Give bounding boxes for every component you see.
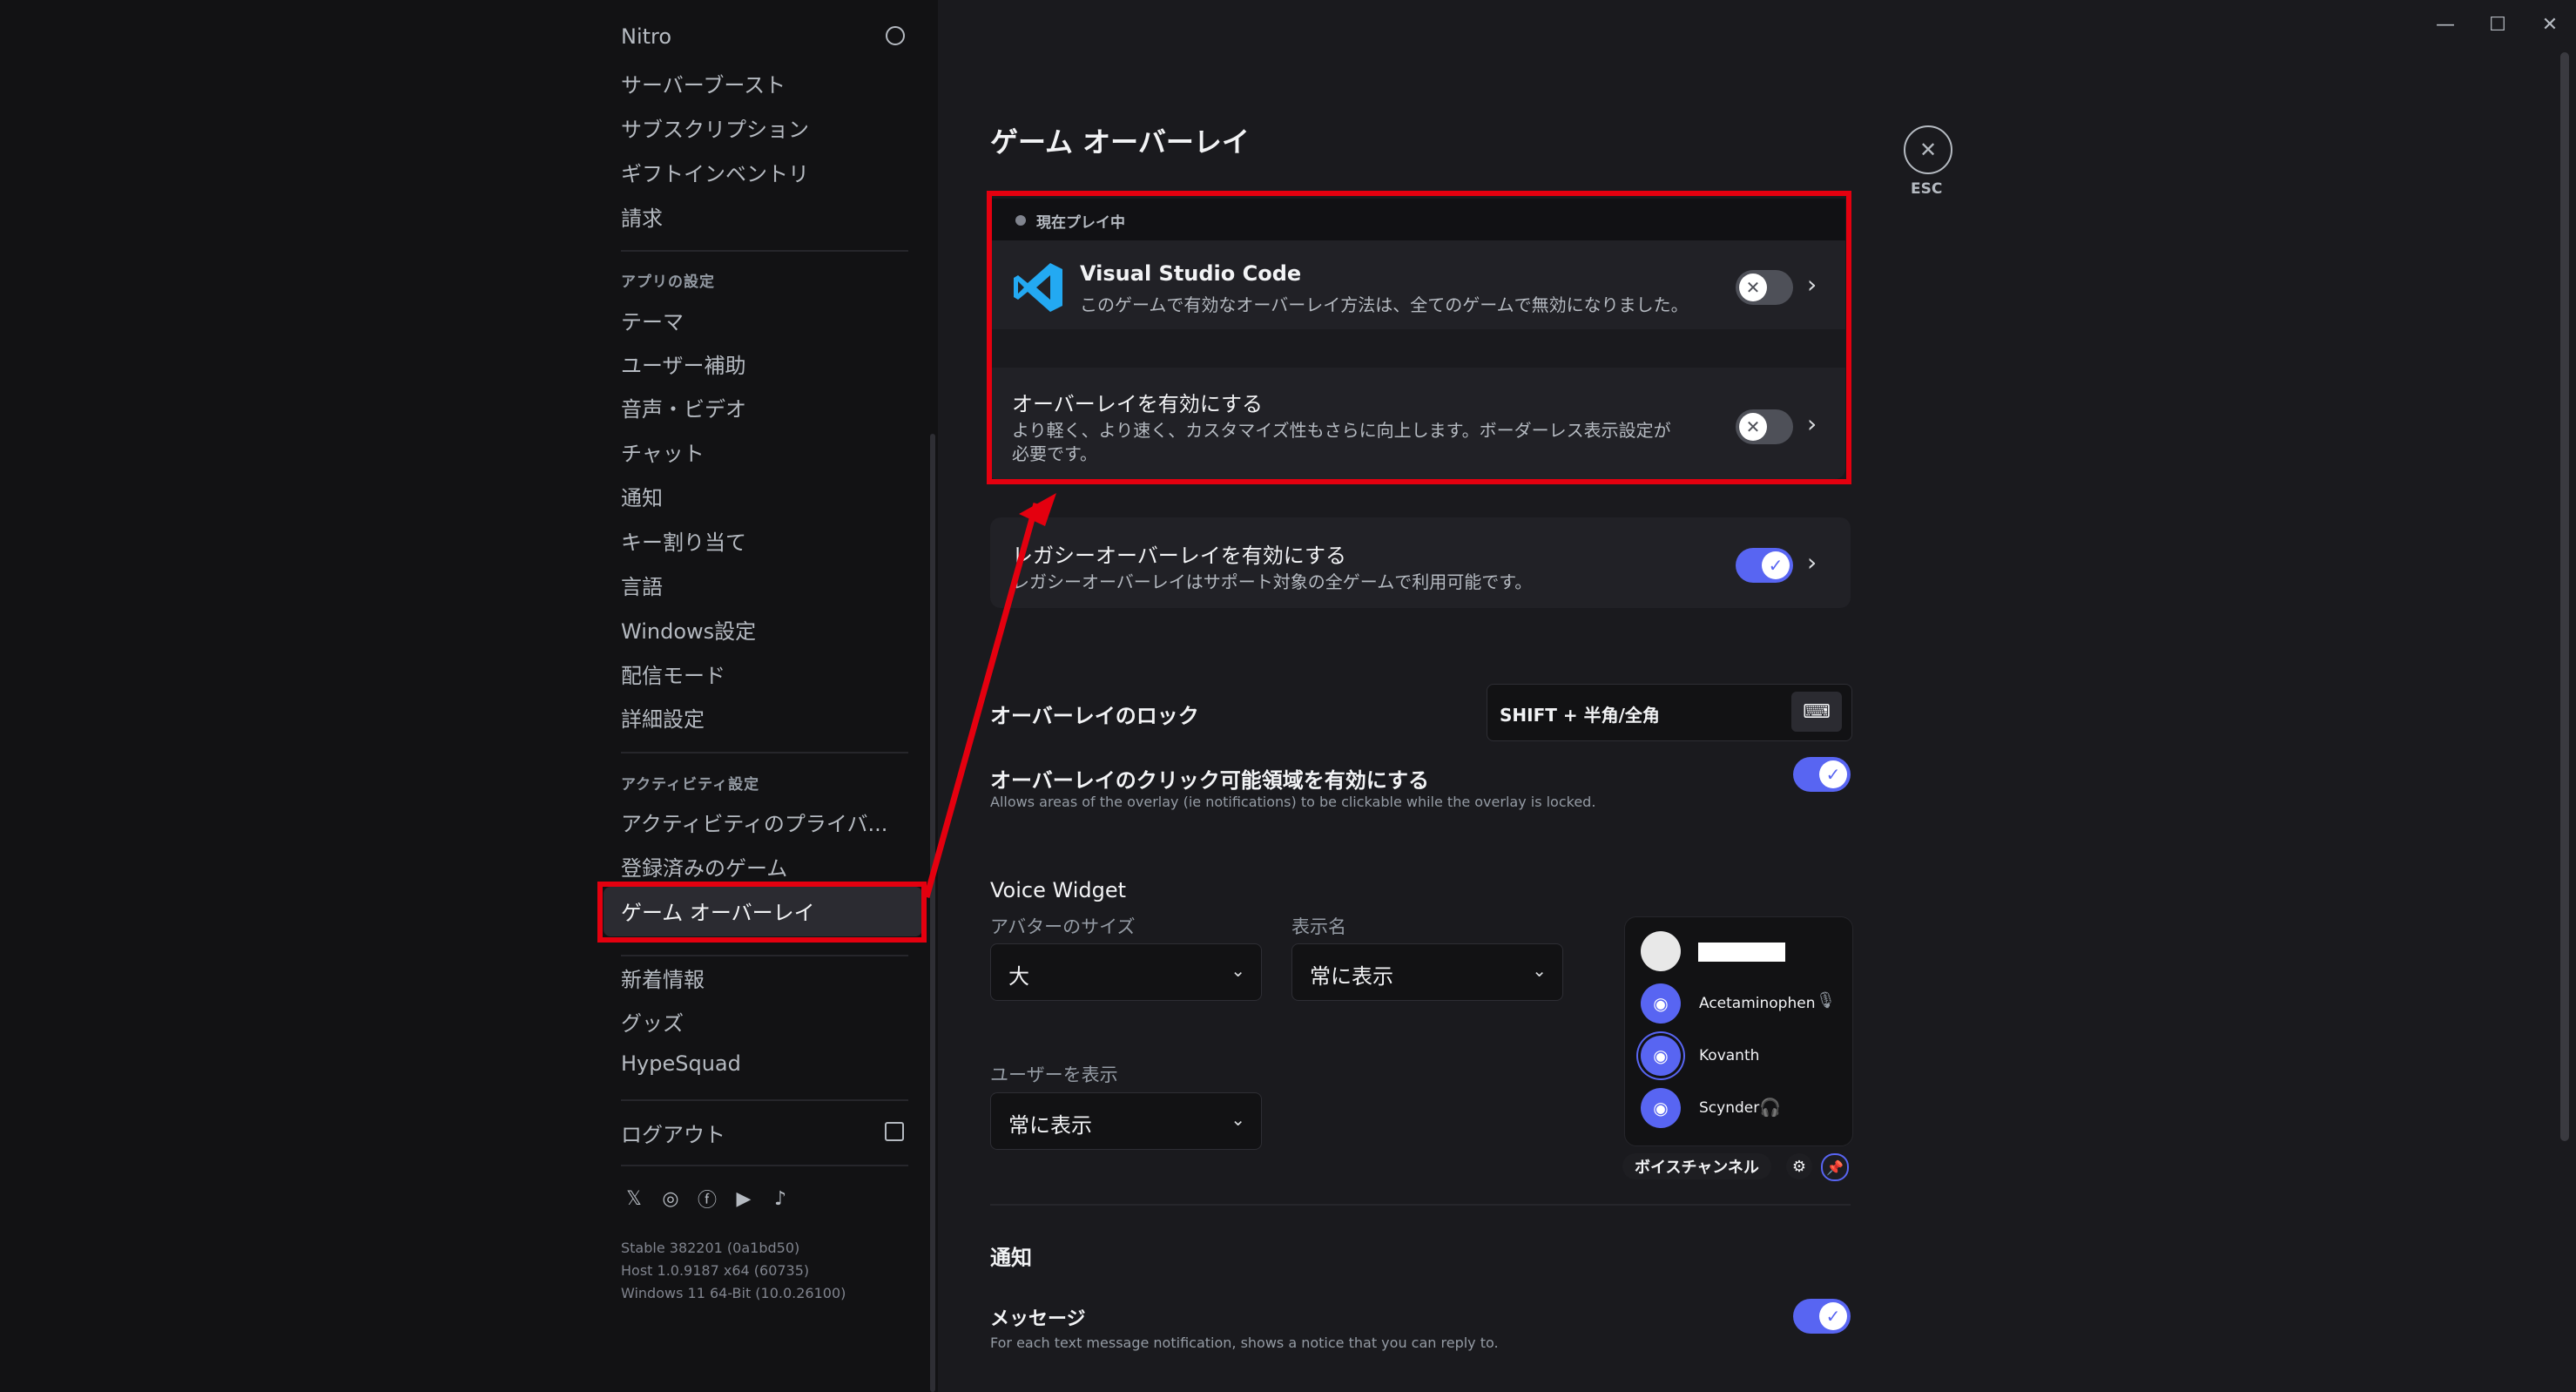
annotation-arrow xyxy=(923,493,1056,898)
